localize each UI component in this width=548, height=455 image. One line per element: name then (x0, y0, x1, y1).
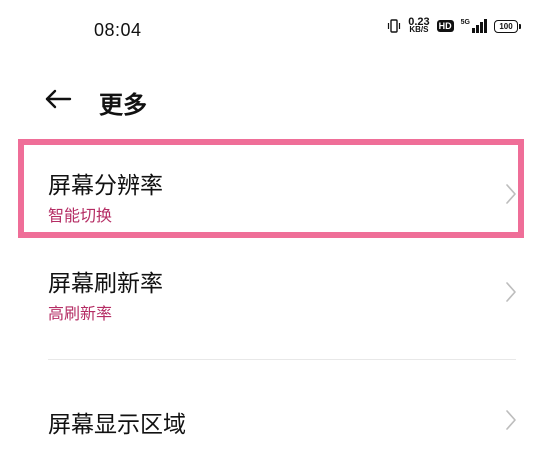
status-time: 08:04 (94, 20, 142, 40)
refresh-rate-setting-item[interactable]: 屏幕刷新率 高刷新率 (0, 248, 548, 336)
resolution-setting-item[interactable]: 屏幕分辨率 智能切换 (0, 145, 548, 233)
chevron-right-icon (506, 410, 516, 430)
item-subtitle: 智能切换 (48, 206, 113, 225)
battery-level: 100 (499, 21, 513, 31)
page-title: 更多 (99, 91, 147, 119)
settings-screen: 08:04 0.23 KB/S HD 5G 100 更多 屏幕分辨率 智能切换 … (0, 0, 548, 455)
network-type: 5G (460, 19, 470, 26)
battery-icon: 100 (494, 19, 521, 33)
item-subtitle: 高刷新率 (48, 304, 113, 323)
item-title: 屏幕显示区域 (48, 412, 186, 438)
back-button[interactable] (40, 84, 76, 114)
item-title: 屏幕刷新率 (48, 271, 163, 297)
signal-icon: 5G (461, 19, 487, 33)
status-icons: 0.23 KB/S HD 5G 100 (387, 17, 521, 34)
item-title: 屏幕分辨率 (48, 173, 163, 199)
hd-icon: HD (436, 20, 454, 32)
section-divider (48, 359, 516, 360)
vibrate-icon (387, 19, 401, 33)
display-area-setting-item[interactable]: 屏幕显示区域 (0, 385, 548, 455)
chevron-right-icon (506, 184, 516, 204)
chevron-right-icon (506, 282, 516, 302)
arrow-left-icon (45, 89, 72, 109)
network-speed: 0.23 KB/S (408, 17, 429, 34)
network-speed-unit: KB/S (409, 25, 429, 34)
